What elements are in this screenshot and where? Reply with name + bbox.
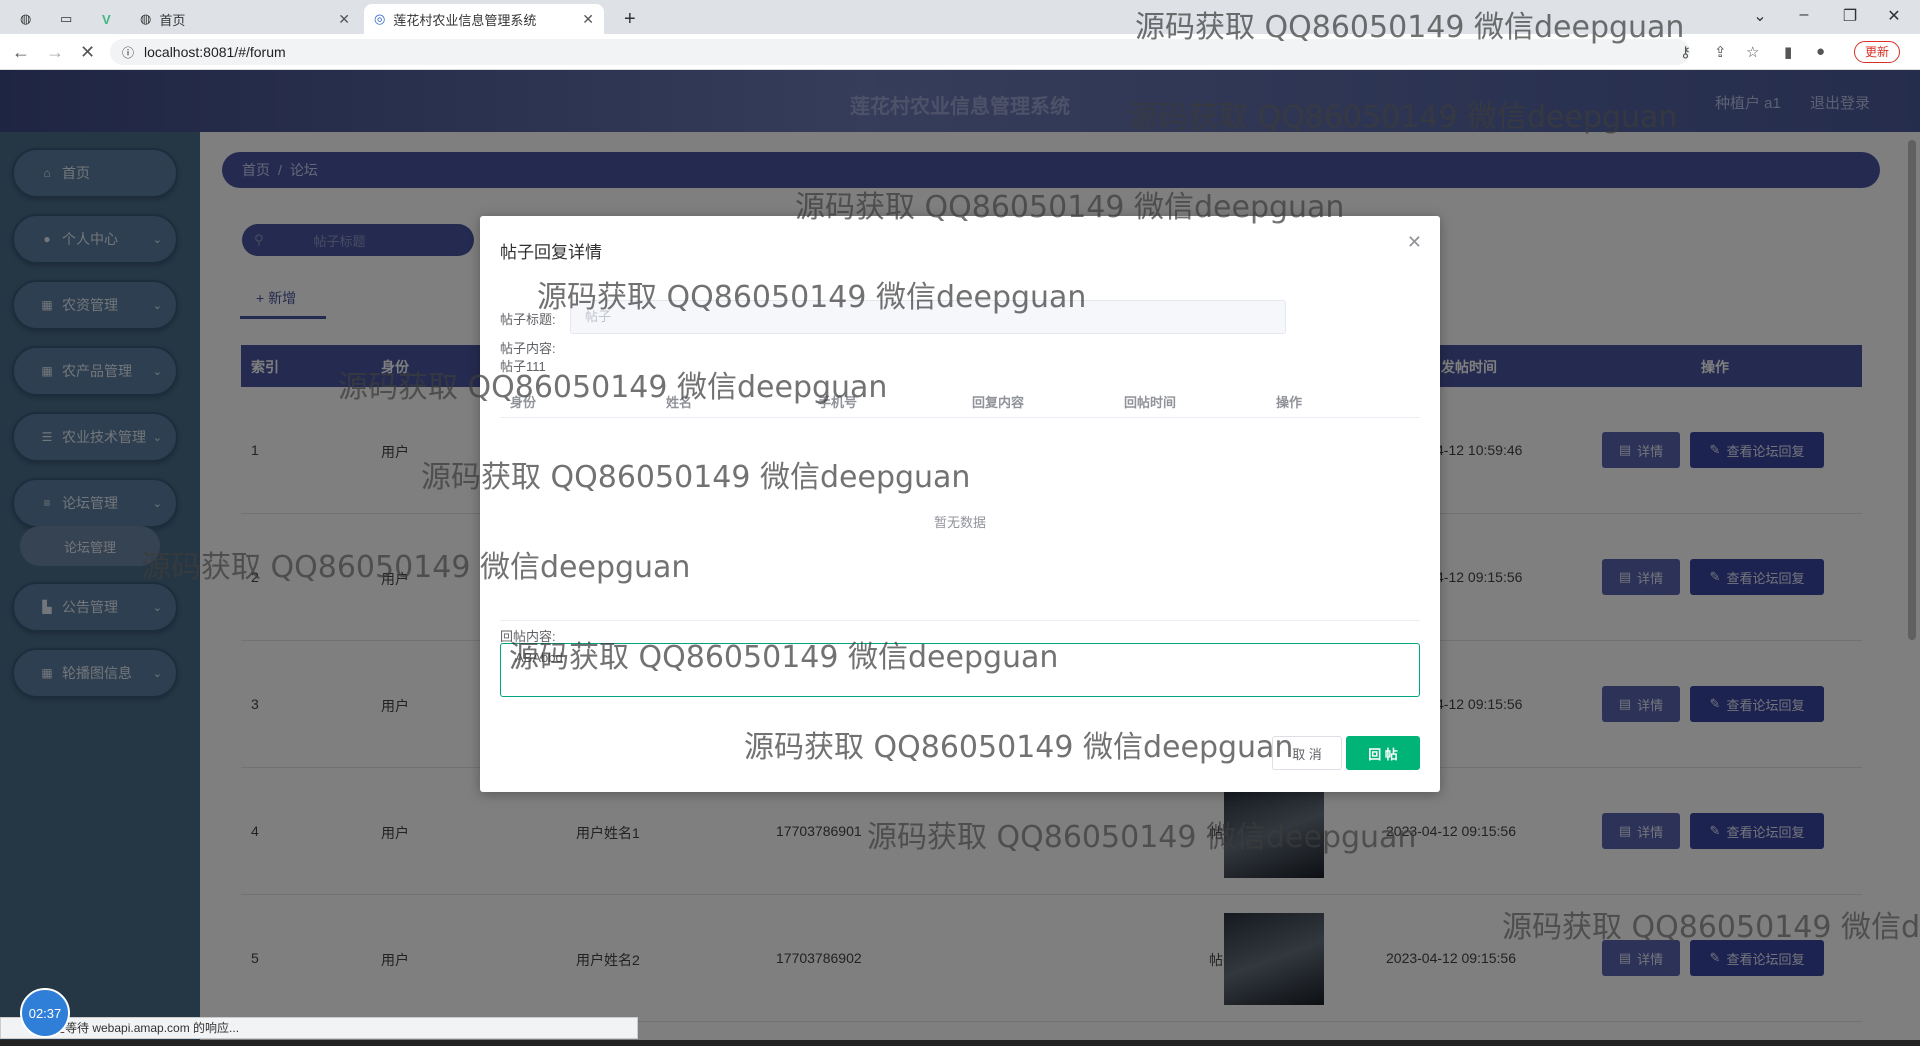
page-icon: ▭	[60, 11, 73, 26]
post-title-field[interactable]: 帖子	[570, 300, 1286, 334]
browser-tab-bar: ◍ ▭ V ◍ 首页 ✕ ◎ 莲花村农业信息管理系统 ✕ + ⌄ – ❐ ✕	[0, 0, 1920, 34]
globe-icon: ◍	[20, 11, 32, 26]
vue-icon: V	[102, 11, 111, 27]
star-icon[interactable]: ☆	[1746, 43, 1759, 61]
key-icon[interactable]: ⚷	[1680, 43, 1691, 61]
url-field[interactable]: ⓘ localhost:8081/#/forum	[110, 39, 1690, 65]
browser-tab-3[interactable]: V	[92, 4, 128, 34]
column-header: 身份	[510, 395, 537, 410]
new-tab-button[interactable]: +	[614, 4, 644, 34]
browser-tab-1[interactable]: ◍	[10, 4, 46, 34]
window-close-button[interactable]: ✕	[1874, 6, 1914, 26]
dialog-title: 帖子回复详情	[500, 243, 602, 262]
divider	[500, 620, 1420, 621]
forward-icon[interactable]: →	[46, 42, 64, 63]
taskbar-strip	[0, 1040, 1920, 1046]
tab-label: 首页	[159, 12, 186, 28]
tab-label: 莲花村农业信息管理系统	[393, 12, 537, 28]
reply-table-header: 身份 姓名 手机号 回复内容 回帖时间 操作	[500, 378, 1420, 418]
back-icon[interactable]: ←	[12, 42, 30, 63]
reply-detail-dialog: 帖子回复详情 ✕ 帖子标题: 帖子 帖子内容: 帖子111 身份 姓名 手机号 …	[480, 216, 1440, 792]
info-icon: ⓘ	[122, 45, 135, 60]
update-button[interactable]: 更新	[1853, 41, 1900, 63]
post-content-label: 帖子内容:	[500, 341, 556, 356]
cancel-button[interactable]: 取 消	[1272, 736, 1342, 770]
reply-textarea[interactable]: ABAbbd	[500, 643, 1420, 697]
app-favicon-icon: ◎	[374, 11, 386, 26]
clock-badge: 02:37	[20, 988, 70, 1038]
post-title-label: 帖子标题:	[500, 312, 556, 327]
post-content-value: 帖子111	[500, 359, 546, 374]
close-icon[interactable]: ✕	[582, 11, 594, 28]
url-text: localhost:8081/#/forum	[144, 44, 286, 60]
empty-state: 暂无数据	[933, 515, 986, 530]
close-icon[interactable]: ✕	[338, 11, 350, 28]
column-header: 手机号	[818, 395, 858, 410]
submit-reply-button[interactable]: 回 帖	[1346, 736, 1420, 770]
sidepanel-icon[interactable]: ▮	[1784, 43, 1792, 61]
column-header: 姓名	[666, 395, 693, 410]
close-icon[interactable]: ✕	[1407, 232, 1422, 253]
profile-icon[interactable]: ●	[1816, 43, 1825, 60]
tab-search-icon[interactable]: ⌄	[1740, 6, 1780, 26]
share-icon[interactable]: ⇪	[1714, 43, 1727, 61]
column-header: 操作	[1276, 395, 1303, 410]
globe-icon: ◍	[140, 11, 152, 26]
address-bar: ← → ✕ ⓘ localhost:8081/#/forum ⚷ ⇪ ☆ ▮ ●…	[0, 34, 1920, 70]
column-header: 回帖时间	[1124, 395, 1177, 410]
browser-tab-home[interactable]: ◍ 首页 ✕	[130, 4, 360, 34]
browser-tab-active[interactable]: ◎ 莲花村农业信息管理系统 ✕	[364, 4, 604, 34]
browser-tab-2[interactable]: ▭	[50, 4, 86, 34]
stop-icon[interactable]: ✕	[80, 42, 95, 63]
minimize-button[interactable]: –	[1784, 6, 1824, 24]
restore-button[interactable]: ❐	[1830, 6, 1870, 26]
status-bar: 正在等待 webapi.amap.com 的响应...	[0, 1017, 638, 1039]
column-header: 回复内容	[972, 395, 1025, 410]
